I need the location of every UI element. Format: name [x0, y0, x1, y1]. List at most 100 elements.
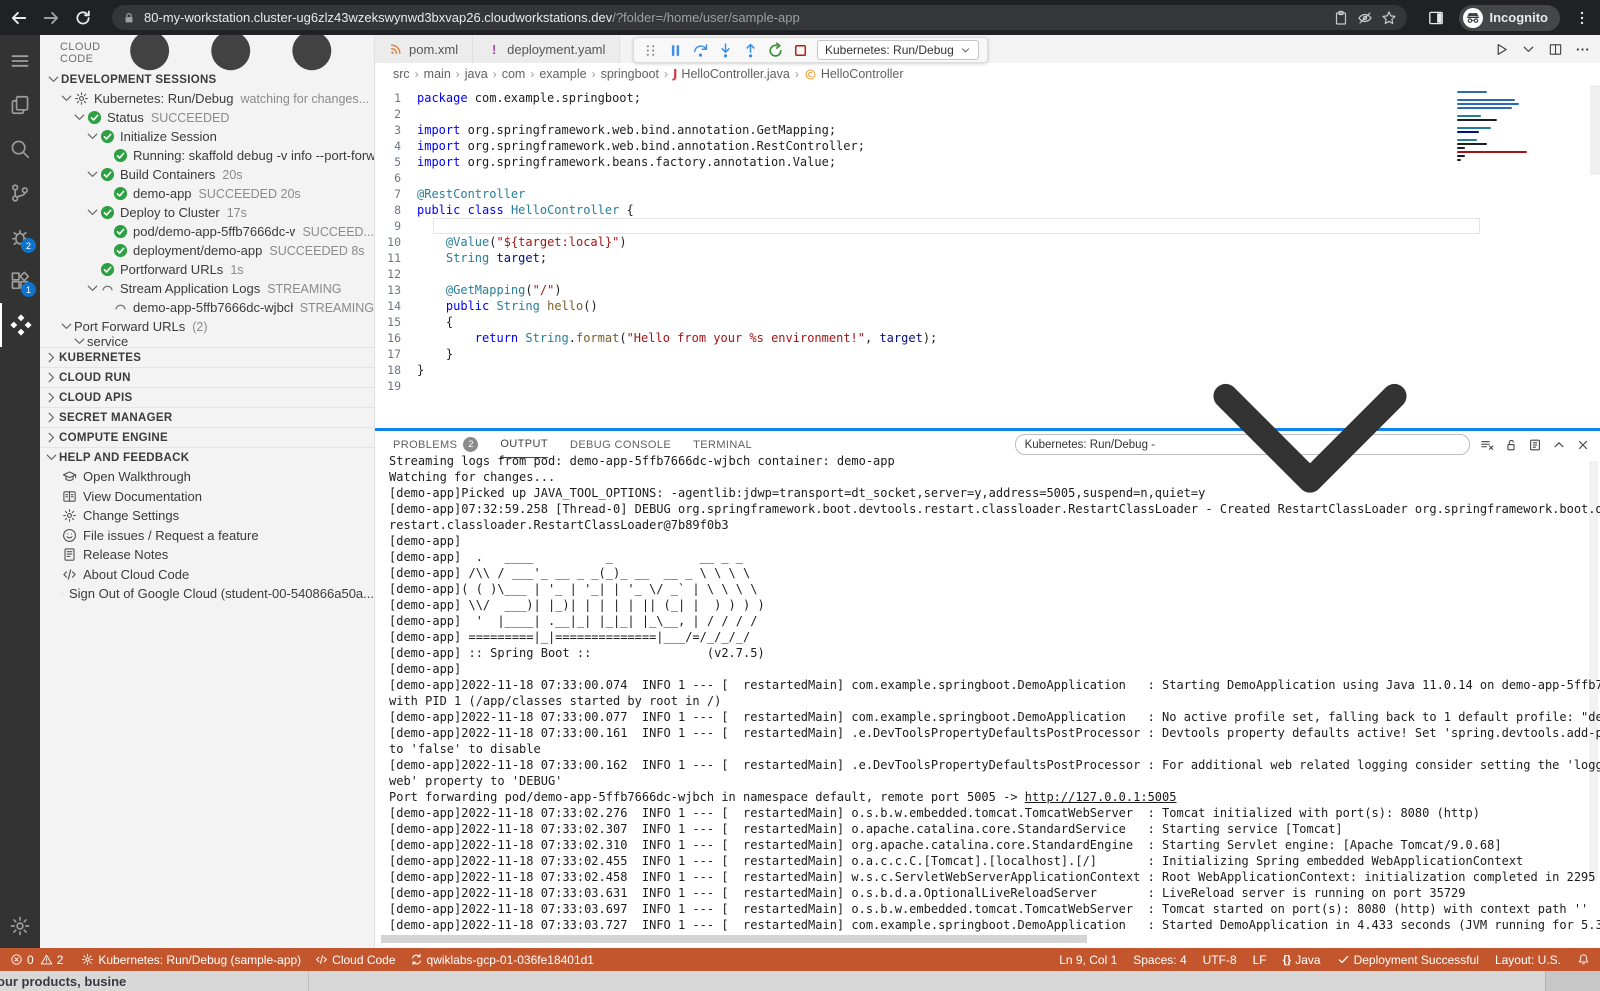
clipboard-icon[interactable] [1333, 10, 1349, 26]
close-icon[interactable] [1576, 438, 1590, 452]
openeditor-icon[interactable] [1528, 438, 1542, 452]
panel-tab-debug-console[interactable]: DEBUG CONSOLE [570, 431, 671, 458]
tree-item-status[interactable]: StatusSUCCEEDED [40, 108, 374, 127]
panel-horizontal-scrollbar[interactable] [381, 935, 1087, 943]
code-line[interactable]: 5import org.springframework.beans.factor… [375, 154, 1600, 170]
help-item-release-notes[interactable]: Release Notes [40, 545, 374, 565]
chevup-icon[interactable] [1552, 438, 1566, 452]
code-line[interactable]: 10 @Value("${target:local}") [375, 234, 1600, 250]
url-text[interactable]: 80-my-workstation.cluster-ug6zlz43wzeksw… [144, 10, 800, 25]
status-0[interactable]: 0 [10, 953, 34, 967]
help-item-file-issues-request-a-feature[interactable]: File issues / Request a feature [40, 526, 374, 546]
editor-scrollbar[interactable] [1590, 85, 1600, 175]
help-item-change-settings[interactable]: Change Settings [40, 506, 374, 526]
breadcrumb-item[interactable]: com [502, 67, 526, 81]
stepout-icon[interactable] [742, 42, 759, 59]
code-line[interactable]: 7@RestController [375, 186, 1600, 202]
code-line[interactable]: 1package com.example.springboot; [375, 90, 1600, 106]
help-item-open-walkthrough[interactable]: Open Walkthrough [40, 467, 374, 487]
side-panel-icon[interactable] [1427, 9, 1445, 27]
port-forward-link[interactable]: http://127.0.0.1:5005 [1025, 790, 1177, 804]
tree-item-initialize-session[interactable]: Initialize Session [40, 127, 374, 146]
code-line[interactable]: 9 [375, 218, 1600, 234]
tree-item-development-sessions[interactable]: DEVELOPMENT SESSIONS [40, 70, 374, 89]
back-arrow-icon[interactable] [10, 9, 28, 27]
breadcrumb-item[interactable]: main [424, 67, 451, 81]
panel-tab-output[interactable]: OUTPUT [500, 431, 548, 458]
status-cloud-code[interactable]: Cloud Code [315, 953, 395, 967]
section-cloud-run[interactable]: CLOUD RUN [40, 367, 374, 387]
clearoutput-icon[interactable] [1480, 438, 1494, 452]
tab-pom-xml[interactable]: pom.xml [375, 35, 473, 63]
status-ln-9-col-1[interactable]: Ln 9, Col 1 [1059, 953, 1117, 967]
pause-icon[interactable] [667, 42, 684, 59]
chevdown-icon[interactable] [1521, 42, 1536, 57]
status-deployment-successful[interactable]: Deployment Successful [1337, 953, 1479, 967]
forward-arrow-icon[interactable] [42, 9, 60, 27]
section-help-and-feedback[interactable]: HELP AND FEEDBACK [40, 447, 374, 467]
tree-item-running-skaffold-debug-v-info-[interactable]: Running: skaffold debug -v info --port-f… [40, 146, 374, 165]
tree-item-deployment-demo-app[interactable]: deployment/demo-appSUCCEEDED 8s [40, 241, 374, 260]
status-spaces-4[interactable]: Spaces: 4 [1133, 953, 1186, 967]
code-line[interactable]: 11 String target; [375, 250, 1600, 266]
tree-item-portforward-urls[interactable]: Portforward URLs1s [40, 260, 374, 279]
menu-icon[interactable] [0, 39, 40, 83]
tree-item-kubernetes-run-debug[interactable]: Kubernetes: Run/Debugwatching for change… [40, 89, 374, 108]
manage-gear-icon[interactable] [0, 904, 40, 948]
minimap[interactable] [1457, 91, 1545, 163]
help-item-view-documentation[interactable]: View Documentation [40, 487, 374, 507]
panel-vertical-scrollbar[interactable] [1589, 461, 1598, 881]
tree-item-build-containers[interactable]: Build Containers20s [40, 165, 374, 184]
debug-config-dropdown[interactable]: Kubernetes: Run/Debug [817, 40, 979, 60]
incognito-badge[interactable]: Incognito [1459, 5, 1561, 31]
split-icon[interactable] [1548, 42, 1563, 57]
breadcrumb-item[interactable]: java [465, 67, 488, 81]
tree-item-port-forward-urls[interactable]: Port Forward URLs(2) [40, 317, 374, 336]
scm-icon[interactable] [0, 171, 40, 215]
section-cloud-apis[interactable]: CLOUD APIS [40, 387, 374, 407]
tree-item-service[interactable]: service [40, 336, 374, 347]
status-lf[interactable]: LF [1253, 953, 1267, 967]
stepover-icon[interactable] [692, 42, 709, 59]
reload-icon[interactable] [74, 9, 92, 27]
stepinto-icon[interactable] [717, 42, 734, 59]
eye-off-icon[interactable] [1357, 10, 1373, 26]
ellipsis-icon[interactable] [1575, 42, 1590, 57]
stop-icon[interactable] [792, 42, 809, 59]
code-line[interactable]: 6 [375, 170, 1600, 186]
kebab-menu-icon[interactable] [1574, 10, 1590, 26]
output-channel-dropdown[interactable]: Kubernetes: Run/Debug - [1015, 434, 1470, 455]
code-line[interactable]: 2 [375, 106, 1600, 122]
restart-icon[interactable] [767, 42, 784, 59]
status-qwiklabs-gcp-01-036fe18401d1[interactable]: qwiklabs-gcp-01-036fe18401d1 [410, 953, 594, 967]
tab-deployment-yaml[interactable]: !deployment.yaml [473, 35, 620, 63]
section-kubernetes[interactable]: KUBERNETES [40, 347, 374, 367]
search-icon[interactable] [0, 127, 40, 171]
tree-item-demo-app[interactable]: demo-appSUCCEEDED 20s [40, 184, 374, 203]
panel-tab-terminal[interactable]: TERMINAL [693, 431, 752, 458]
extensions-icon[interactable]: 1 [0, 259, 40, 303]
status-bell[interactable] [1577, 953, 1590, 966]
breadcrumb-item[interactable]: example [539, 67, 586, 81]
breadcrumb-item[interactable]: HelloController.java [681, 67, 789, 81]
unlock-icon[interactable] [1504, 438, 1518, 452]
tree-item-pod-demo-app-5ffb7666dc-wjbch[interactable]: pod/demo-app-5ffb7666dc-wjbchSUCCEED... [40, 222, 374, 241]
code-line[interactable]: 4import org.springframework.web.bind.ann… [375, 138, 1600, 154]
status-utf-8[interactable]: UTF-8 [1203, 953, 1237, 967]
cloudcode-icon[interactable] [0, 303, 40, 347]
tree-item-demo-app-5ffb7666dc-wjbch[interactable]: demo-app-5ffb7666dc-wjbchSTREAMING [40, 298, 374, 317]
breadcrumb[interactable]: src›main›java›com›example›springboot›JHe… [375, 63, 1600, 85]
status-layout-u-s[interactable]: Layout: U.S. [1495, 953, 1561, 967]
panel-tab-problems[interactable]: PROBLEMS2 [393, 431, 478, 458]
help-item-about-cloud-code[interactable]: About Cloud Code [40, 565, 374, 585]
code-line[interactable]: 3import org.springframework.web.bind.ann… [375, 122, 1600, 138]
help-item-sign-out-of-google-cloud-stude[interactable]: Sign Out of Google Cloud (student-00-540… [40, 584, 374, 604]
breadcrumb-item[interactable]: HelloController [821, 67, 904, 81]
breadcrumb-item[interactable]: springboot [601, 67, 659, 81]
code-line[interactable]: 8public class HelloController { [375, 202, 1600, 218]
section-secret-manager[interactable]: SECRET MANAGER [40, 407, 374, 427]
section-compute-engine[interactable]: COMPUTE ENGINE [40, 427, 374, 447]
status-java[interactable]: {}Java [1283, 953, 1321, 967]
breadcrumb-item[interactable]: src [393, 67, 410, 81]
status-kubernetes-run-debug-sample-ap[interactable]: Kubernetes: Run/Debug (sample-app) [81, 953, 301, 967]
